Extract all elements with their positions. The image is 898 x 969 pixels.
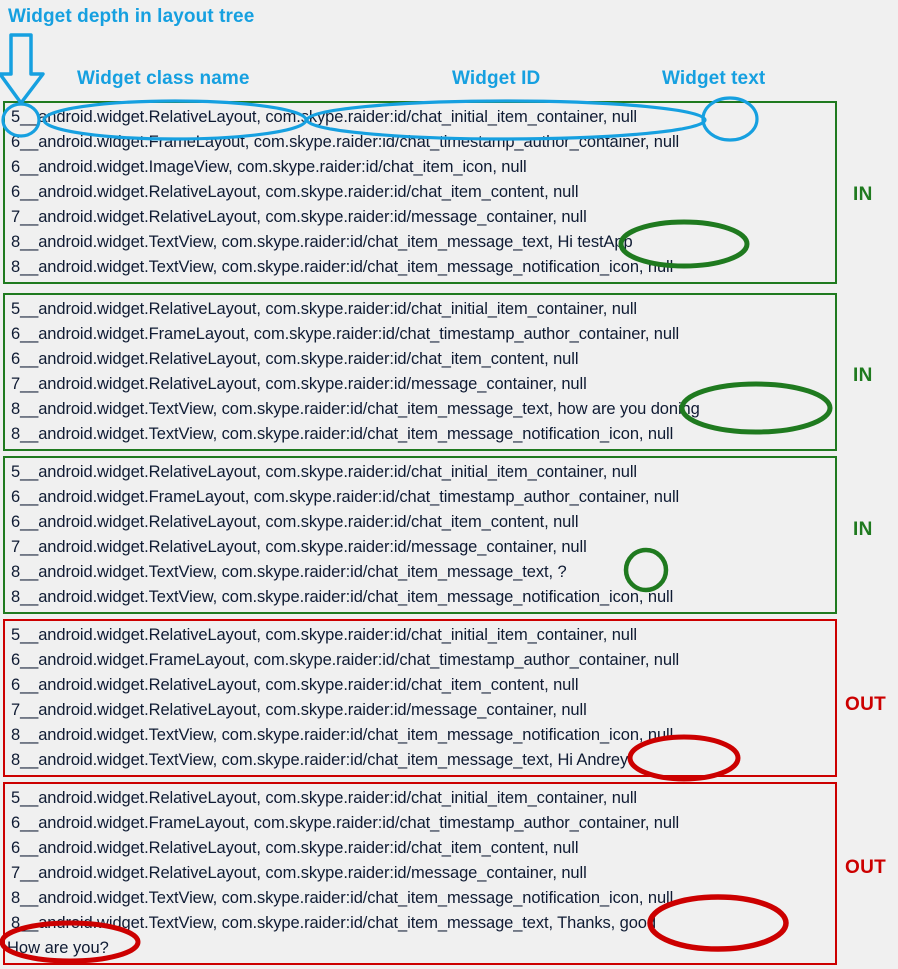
verdict-label-out-2: OUT xyxy=(845,857,887,878)
widget-line: 8__android.widget.TextView, com.skype.ra… xyxy=(11,400,700,418)
widget-line: 6__android.widget.RelativeLayout, com.sk… xyxy=(11,183,579,201)
widget-line: 7__android.widget.RelativeLayout, com.sk… xyxy=(11,864,587,882)
widget-line: 5__android.widget.RelativeLayout, com.sk… xyxy=(11,300,638,318)
widget-line: 5__android.widget.RelativeLayout, com.sk… xyxy=(11,108,638,126)
widget-line-list: 5__android.widget.RelativeLayout, com.sk… xyxy=(5,103,835,282)
widget-line-wrapped: How are you? xyxy=(7,939,109,957)
widget-line: 8__android.widget.TextView, com.skype.ra… xyxy=(11,889,674,907)
widget-line: 7__android.widget.RelativeLayout, com.sk… xyxy=(11,701,587,719)
annotation-label-widget-depth: Widget depth in layout tree xyxy=(8,6,255,27)
verdict-label-in-1: IN xyxy=(853,184,873,205)
widget-line: 5__android.widget.RelativeLayout, com.sk… xyxy=(11,789,638,807)
widget-line: 6__android.widget.FrameLayout, com.skype… xyxy=(11,814,680,832)
annotation-label-widget-id: Widget ID xyxy=(452,68,541,89)
widget-line: 8__android.widget.TextView, com.skype.ra… xyxy=(11,233,633,251)
widget-line: 5__android.widget.RelativeLayout, com.sk… xyxy=(11,463,638,481)
widget-block-in-1: 5__android.widget.RelativeLayout, com.sk… xyxy=(3,101,837,284)
widget-line-list: 5__android.widget.RelativeLayout, com.sk… xyxy=(5,295,835,449)
widget-line: 8__android.widget.TextView, com.skype.ra… xyxy=(11,751,629,769)
widget-line: 8__android.widget.TextView, com.skype.ra… xyxy=(11,726,674,744)
widget-block-in-3: 5__android.widget.RelativeLayout, com.sk… xyxy=(3,456,837,614)
widget-line: 7__android.widget.RelativeLayout, com.sk… xyxy=(11,208,587,226)
widget-line: 7__android.widget.RelativeLayout, com.sk… xyxy=(11,375,587,393)
widget-block-out-1: 5__android.widget.RelativeLayout, com.sk… xyxy=(3,619,837,777)
widget-line: 5__android.widget.RelativeLayout, com.sk… xyxy=(11,626,638,644)
widget-line: 6__android.widget.RelativeLayout, com.sk… xyxy=(11,513,579,531)
widget-block-out-2: 5__android.widget.RelativeLayout, com.sk… xyxy=(3,782,837,965)
widget-line: 6__android.widget.ImageView, com.skype.r… xyxy=(11,158,527,176)
widget-line-list: 5__android.widget.RelativeLayout, com.sk… xyxy=(5,458,835,612)
down-arrow-icon xyxy=(0,33,45,105)
annotation-label-widget-class-name: Widget class name xyxy=(77,68,250,89)
widget-line: 6__android.widget.FrameLayout, com.skype… xyxy=(11,325,680,343)
annotated-layout-dump: Widget depth in layout tree Widget class… xyxy=(0,0,898,969)
widget-line: 8__android.widget.TextView, com.skype.ra… xyxy=(11,258,674,276)
widget-line: 8__android.widget.TextView, com.skype.ra… xyxy=(11,563,567,581)
widget-line: 6__android.widget.FrameLayout, com.skype… xyxy=(11,488,680,506)
annotation-label-widget-text: Widget text xyxy=(662,68,766,89)
widget-line: 7__android.widget.RelativeLayout, com.sk… xyxy=(11,538,587,556)
widget-line: 6__android.widget.RelativeLayout, com.sk… xyxy=(11,839,579,857)
widget-line: 6__android.widget.RelativeLayout, com.sk… xyxy=(11,350,579,368)
widget-line-list: 5__android.widget.RelativeLayout, com.sk… xyxy=(5,621,835,775)
widget-line: 6__android.widget.FrameLayout, com.skype… xyxy=(11,133,680,151)
verdict-label-out-1: OUT xyxy=(845,694,887,715)
widget-line: 6__android.widget.RelativeLayout, com.sk… xyxy=(11,676,579,694)
verdict-label-in-3: IN xyxy=(853,519,873,540)
widget-line: 6__android.widget.FrameLayout, com.skype… xyxy=(11,651,680,669)
widget-line: 8__android.widget.TextView, com.skype.ra… xyxy=(11,588,674,606)
widget-line: 8__android.widget.TextView, com.skype.ra… xyxy=(11,425,674,443)
widget-block-in-2: 5__android.widget.RelativeLayout, com.sk… xyxy=(3,293,837,451)
widget-line: 8__android.widget.TextView, com.skype.ra… xyxy=(11,914,656,932)
widget-line-list: 5__android.widget.RelativeLayout, com.sk… xyxy=(5,784,835,963)
verdict-label-in-2: IN xyxy=(853,365,873,386)
